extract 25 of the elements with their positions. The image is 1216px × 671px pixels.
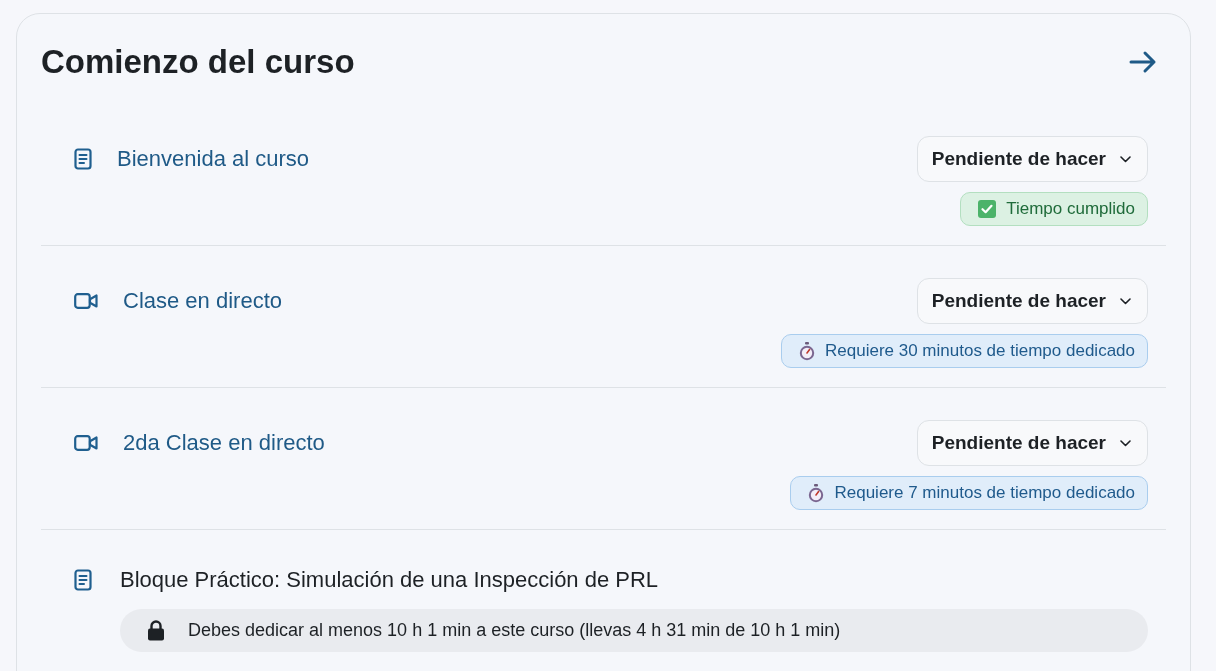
restriction-text: Debes dedicar al menos 10 h 1 min a este curso (llevas 4 h 31 min de 10 h 1 min) <box>188 619 841 642</box>
document-icon <box>74 569 92 591</box>
chevron-down-icon <box>1120 297 1131 305</box>
activity-link[interactable]: Bienvenida al curso <box>117 141 309 177</box>
activity-link[interactable]: Clase en directo <box>123 283 282 319</box>
badge-label: Tiempo cumplido <box>1006 198 1135 221</box>
chevron-down-icon <box>1120 439 1131 447</box>
next-section-link[interactable] <box>1129 50 1157 74</box>
completion-dropdown[interactable]: Pendiente de hacer <box>916 420 1148 466</box>
checkbox-tick-icon <box>978 200 997 218</box>
chevron-down-icon <box>1120 155 1131 163</box>
document-icon <box>74 148 92 170</box>
stopwatch-icon <box>799 341 815 361</box>
arrow-right-icon <box>1129 50 1157 74</box>
activity-link[interactable]: 2da Clase en directo <box>123 425 325 461</box>
completion-dropdown[interactable]: Pendiente de hacer <box>916 278 1148 324</box>
section-title: Comienzo del curso <box>41 42 355 82</box>
badge-label: Requiere 30 minutos de tiempo dedicado <box>825 340 1135 363</box>
lock-icon <box>147 620 165 641</box>
completion-dropdown[interactable]: Pendiente de hacer <box>916 136 1148 182</box>
video-camera-icon <box>74 293 98 309</box>
video-camera-icon <box>74 435 98 451</box>
badge-label: Requiere 7 minutos de tiempo dedicado <box>834 482 1135 505</box>
stopwatch-icon <box>808 483 825 503</box>
activity-title: Bloque Práctico: Simulación de una Inspección de PRL <box>120 566 659 594</box>
